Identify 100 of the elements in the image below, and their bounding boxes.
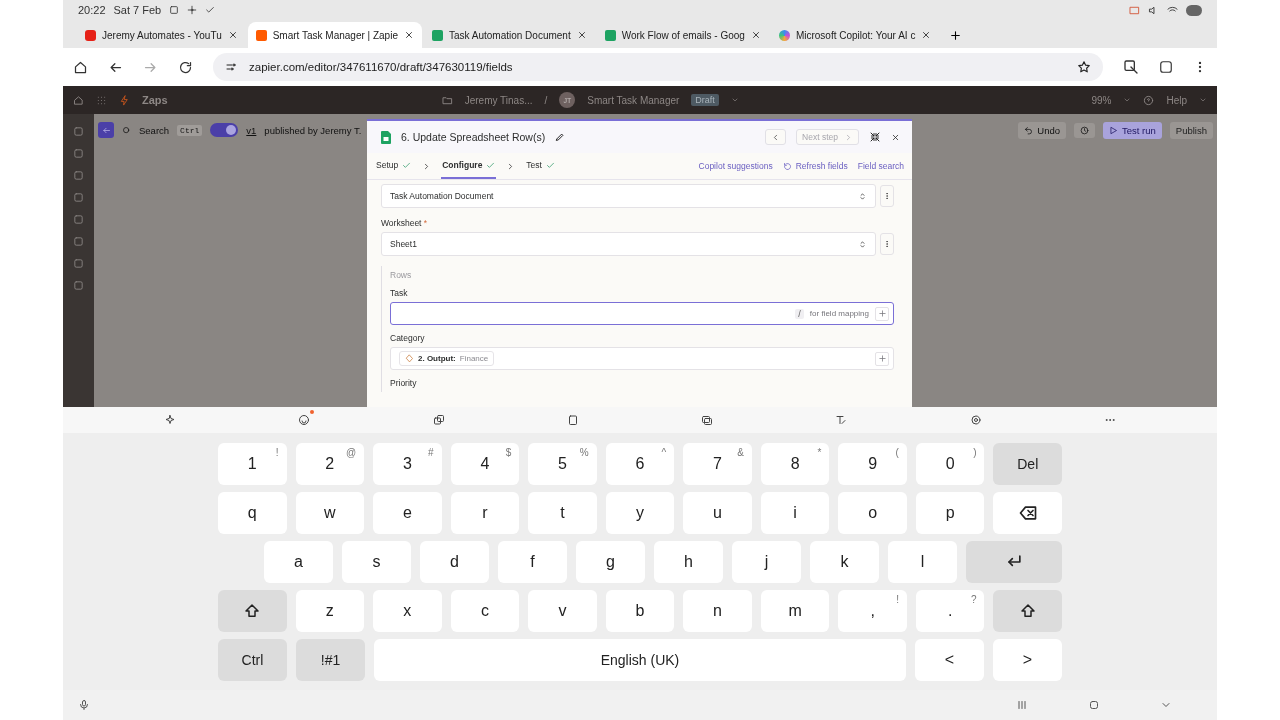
keyboard-key[interactable]: z — [295, 590, 365, 632]
keyboard-key[interactable]: h — [654, 541, 723, 583]
keyboard-key[interactable]: c — [450, 590, 520, 632]
chevron-down-icon — [1199, 96, 1207, 104]
symbols-key[interactable]: !#1 — [296, 639, 365, 681]
zoom-level[interactable]: 99% — [1091, 94, 1112, 106]
keyboard-key[interactable]: l — [888, 541, 957, 583]
toggle-switch[interactable] — [210, 123, 239, 137]
step-tab[interactable]: Setup — [375, 153, 413, 179]
url-text: zapier.com/editor/347611670/draft/347630119/fields — [249, 61, 513, 73]
address-bar[interactable]: zapier.com/editor/347611670/draft/347630119/fields — [213, 53, 1103, 81]
help-menu[interactable]: Help — [1166, 94, 1187, 106]
keyboard-key[interactable]: b — [605, 590, 675, 632]
step-tab[interactable]: Test — [525, 153, 556, 179]
home-square-icon — [1088, 699, 1100, 711]
backspace-key[interactable] — [993, 492, 1062, 534]
field-label: Task — [390, 288, 409, 298]
field-hint: for field mapping — [809, 309, 869, 318]
keyboard-key[interactable]: k — [810, 541, 879, 583]
spreadsheet-icon — [431, 29, 443, 41]
undo-button[interactable]: Undo — [1018, 121, 1067, 139]
history-button[interactable] — [1074, 122, 1096, 138]
keyboard-key[interactable]: v — [528, 590, 597, 632]
panel-action-link[interactable]: Field search — [857, 161, 904, 171]
sparkle-icon — [164, 414, 177, 426]
keyboard-key[interactable]: y — [605, 492, 675, 534]
version-link[interactable]: v1 — [246, 124, 257, 136]
publish-button[interactable]: Publish — [1169, 121, 1213, 139]
browser-tab[interactable]: Work Flow of emails - Goog — [596, 22, 769, 48]
keyboard-key[interactable]: j — [732, 541, 801, 583]
undo-icon — [1024, 125, 1034, 135]
keyboard-key[interactable]: r — [450, 492, 520, 534]
pencil-icon — [555, 132, 566, 142]
zapier-favicon-icon — [255, 29, 267, 41]
zap-name[interactable]: Smart Task Manager — [587, 94, 680, 106]
help-icon — [1143, 94, 1155, 106]
keyboard-key[interactable]: e — [373, 492, 442, 534]
keyboard-shortcut: Ctrl — [177, 124, 203, 136]
keyboard-key[interactable]: Del — [993, 443, 1062, 485]
panel-action-link[interactable]: Refresh fields — [782, 161, 848, 171]
plus-button[interactable] — [875, 306, 889, 321]
more-options-icon[interactable] — [880, 233, 894, 255]
diamond-icon — [405, 354, 414, 363]
worksheet-dropdown[interactable]: Sheet1 — [381, 232, 876, 256]
browser-tab[interactable]: Smart Task Manager | Zapie — [247, 22, 422, 48]
browser-tab[interactable]: Task Automation Document — [423, 22, 595, 48]
back-arrow-icon — [101, 125, 111, 135]
ctrl-key[interactable]: Ctrl — [218, 639, 287, 681]
shift-key[interactable] — [218, 590, 287, 632]
close-icon — [750, 30, 761, 40]
search-button[interactable]: Search — [139, 124, 170, 136]
plus-button[interactable] — [875, 351, 889, 366]
keyboard-key[interactable]: m — [760, 590, 830, 632]
mapped-value-chip[interactable]: 2. Output: Finance — [399, 351, 495, 366]
keyboard-key[interactable]: o — [838, 492, 907, 534]
cursor-right-key[interactable]: > — [993, 639, 1062, 681]
section-label: Rows — [390, 270, 413, 280]
close-icon — [891, 132, 900, 142]
translate-icon — [1123, 59, 1139, 75]
close-icon — [576, 30, 587, 40]
keyboard-key[interactable]: a — [264, 541, 333, 583]
microphone-icon — [78, 699, 90, 711]
keyboard-key[interactable]: n — [683, 590, 752, 632]
spreadsheet-dropdown[interactable]: Task Automation Document — [381, 184, 876, 208]
shift-key[interactable] — [993, 590, 1062, 632]
space-key[interactable]: English (UK) — [374, 639, 906, 681]
field-label: Priority — [390, 378, 418, 388]
screenshot-icon — [169, 5, 180, 15]
grid-icon — [96, 94, 107, 106]
keyboard-key[interactable]: s — [342, 541, 411, 583]
check-icon — [545, 160, 555, 170]
keyboard-key[interactable]: u — [683, 492, 752, 534]
browser-tab[interactable]: Microsoft Copilot: Your AI c — [770, 22, 940, 48]
lightning-icon — [119, 94, 130, 106]
app-name[interactable]: Zaps — [142, 94, 168, 106]
plus-icon — [877, 354, 887, 363]
mapped-input-field[interactable]: 2. Output: Finance — [390, 347, 894, 370]
plus-icon — [877, 309, 887, 318]
test-run-button[interactable]: Test run — [1103, 121, 1162, 139]
backspace-icon — [1017, 503, 1038, 523]
keyboard-key[interactable]: f — [498, 541, 567, 583]
more-options-icon[interactable] — [880, 185, 894, 207]
browser-tab[interactable]: Jeremy Automates - YouTu — [77, 22, 246, 48]
reload-icon — [178, 59, 193, 75]
keyboard-key[interactable]: i — [760, 492, 830, 534]
back-button[interactable] — [98, 122, 114, 138]
keyboard-key[interactable]: g — [576, 541, 645, 583]
keyboard-key[interactable]: x — [373, 590, 442, 632]
panel-action-link[interactable]: Copilot suggestions — [698, 161, 773, 171]
keyboard-key[interactable]: t — [528, 492, 597, 534]
text-input-field[interactable]: / for field mapping — [390, 302, 894, 325]
step-tab[interactable]: Configure — [441, 153, 497, 179]
keyboard-key[interactable]: d — [420, 541, 489, 583]
dropdown-value: Sheet1 — [390, 239, 417, 249]
keyboard-key[interactable]: w — [295, 492, 365, 534]
folder-name[interactable]: Jeremy Tinas... — [464, 94, 533, 106]
keyboard-key[interactable]: p — [915, 492, 985, 534]
keyboard-key[interactable]: q — [218, 492, 287, 534]
cursor-left-key[interactable]: < — [915, 639, 984, 681]
close-icon — [403, 30, 414, 40]
